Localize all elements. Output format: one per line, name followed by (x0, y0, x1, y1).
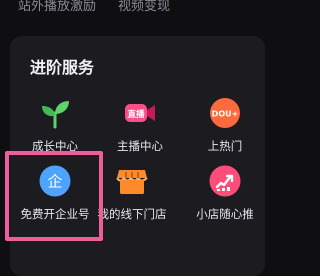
live-badge-text: 直播 (127, 109, 145, 120)
service-item-trending[interactable]: DOU+ 上热门 (182, 96, 268, 166)
enterprise-badge-text: 企 (47, 173, 62, 191)
top-right-item[interactable]: 视频变现 (118, 0, 170, 14)
douyin-badge-icon: DOU+ (208, 96, 242, 130)
top-left-item[interactable]: 站外播放激励 (18, 0, 96, 14)
service-label: 免费开企业号 (20, 207, 90, 221)
service-item-offline-store[interactable]: 我的线下门店 (89, 164, 175, 234)
service-label: 小店随心推 (196, 207, 254, 221)
service-label: 成长中心 (32, 139, 78, 153)
service-label: 主播中心 (117, 139, 163, 153)
live-camera-icon: 直播 (123, 96, 157, 130)
top-strip: 站外播放激励 视频变现 (0, 0, 275, 24)
service-label: 上热门 (207, 139, 243, 153)
service-item-growth-center[interactable]: 成长中心 (12, 96, 98, 166)
service-label: 我的线下门店 (97, 207, 167, 221)
service-item-streamer-center[interactable]: 直播 主播中心 (97, 96, 183, 166)
shop-promote-icon (208, 164, 242, 198)
enterprise-icon: 企 (38, 164, 72, 198)
service-item-enterprise-account[interactable]: 企 免费开企业号 (12, 164, 98, 234)
dou-badge-text: DOU+ (212, 110, 239, 119)
storefront-icon (115, 164, 149, 198)
service-item-shop-promote[interactable]: 小店随心推 (182, 164, 268, 234)
sprout-icon (38, 96, 72, 130)
section-title: 进阶服务 (30, 58, 95, 77)
